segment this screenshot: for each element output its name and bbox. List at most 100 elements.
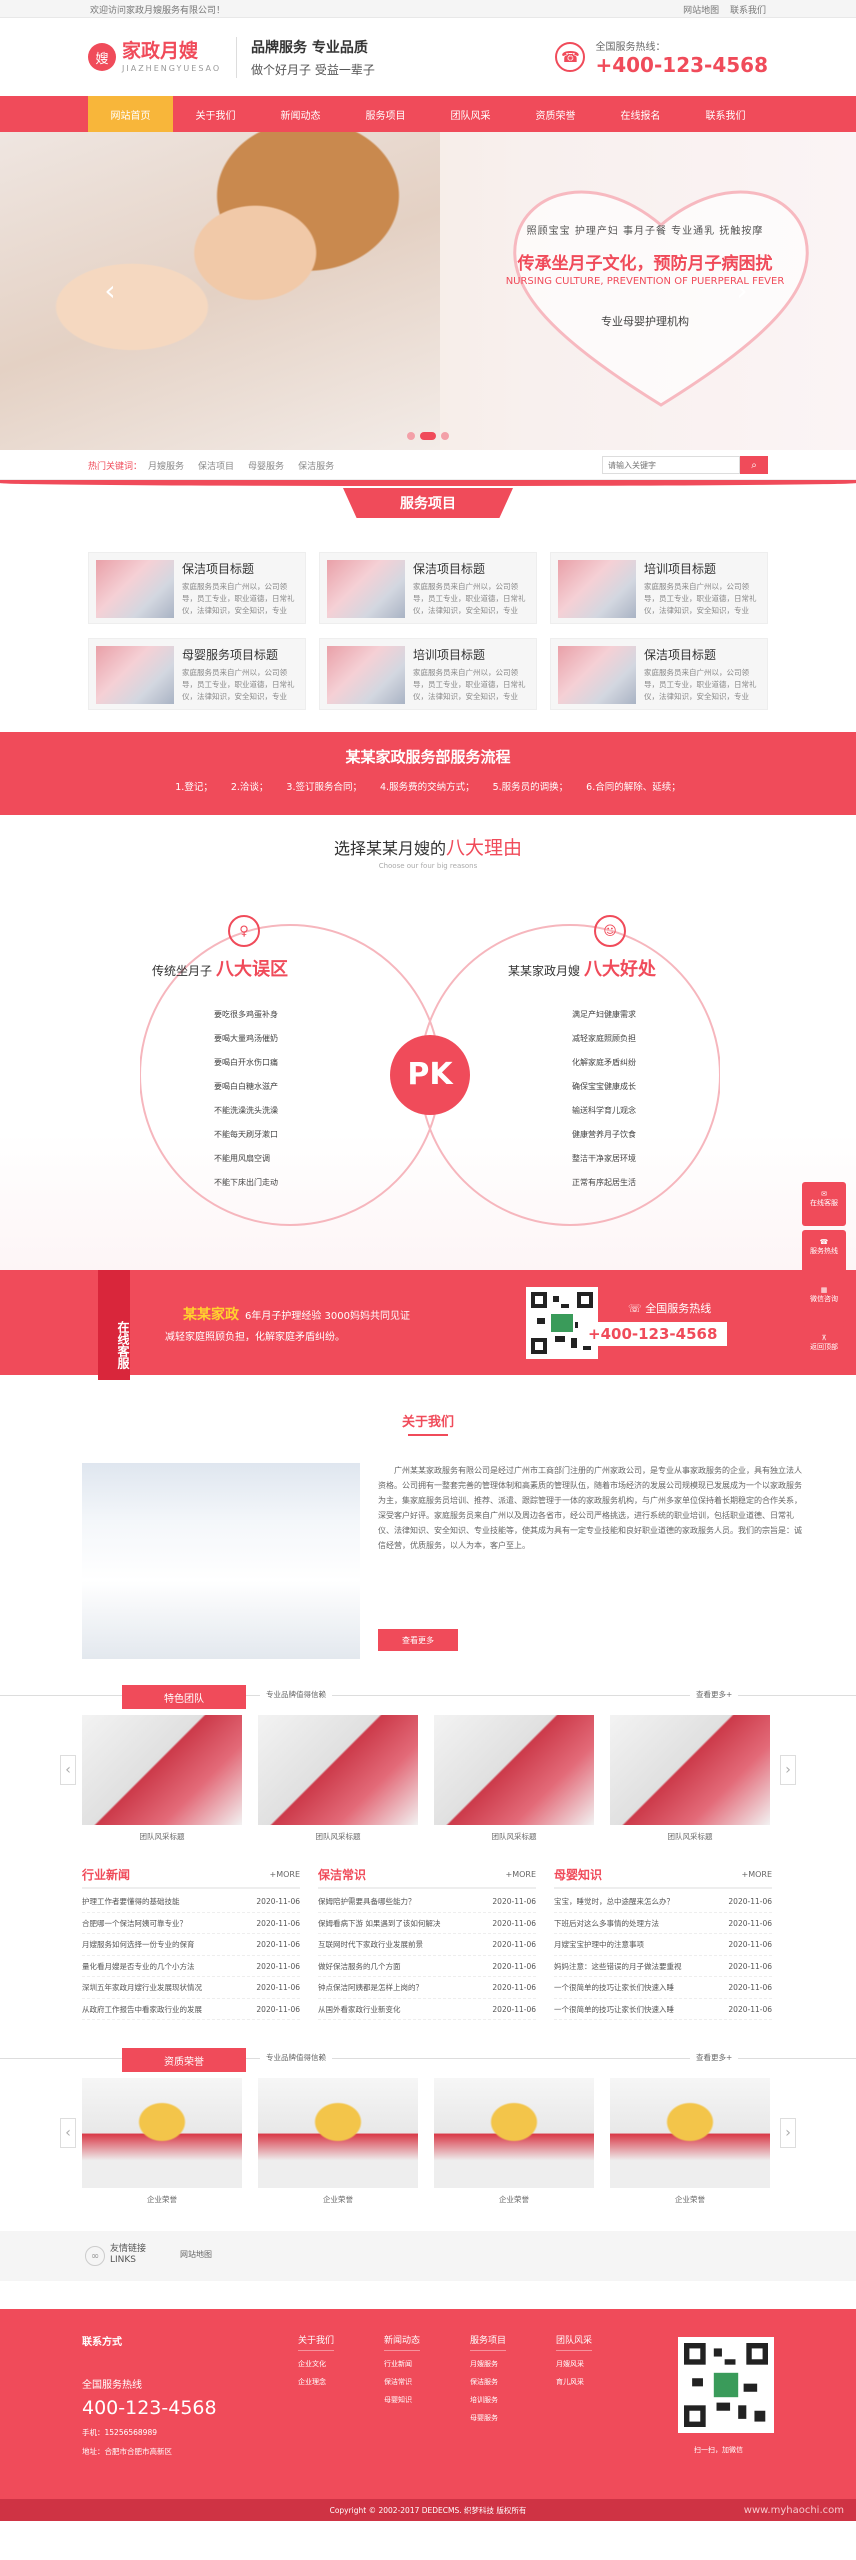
footer-link[interactable]: 月嫂服务 bbox=[470, 2359, 506, 2369]
banner-next-icon[interactable]: › bbox=[730, 272, 754, 308]
team-card[interactable]: 团队风采标题 bbox=[258, 1715, 418, 1845]
keyword-bar: 热门关键词： 月嫂服务 保洁项目 母婴服务 保洁服务 ⌕ bbox=[0, 450, 856, 480]
team-card[interactable]: 团队风采标题 bbox=[82, 1715, 242, 1845]
online-service-tag[interactable]: 在线客服 bbox=[98, 1270, 130, 1380]
news-row[interactable]: 宝宝，睡觉时，总中途醒来怎么办？ 2020-11-06 bbox=[554, 1891, 772, 1913]
service-card[interactable]: 培训项目标题 家庭服务员来自广州以，公司领导，员工专业，职业道德，日常礼仪，法律知… bbox=[550, 552, 768, 624]
nav-signup[interactable]: 在线报名 bbox=[598, 96, 683, 132]
service-title: 培训项目标题 bbox=[413, 648, 486, 662]
team-caption: 团队风采标题 bbox=[139, 1832, 185, 1841]
footer-link[interactable]: 保洁服务 bbox=[470, 2377, 506, 2387]
honor-card[interactable]: 企业荣誉 bbox=[258, 2078, 418, 2208]
service-desc: 家庭服务员来自广州以，公司领导，员工专业，职业道德，日常礼仪，法律知识，安全知识… bbox=[644, 668, 757, 701]
honor-card[interactable]: 企业荣誉 bbox=[434, 2078, 594, 2208]
keyword-link[interactable]: 母婴服务 bbox=[248, 459, 284, 472]
footer-link[interactable]: 月嫂风采 bbox=[556, 2359, 592, 2369]
footer-link[interactable]: 培训服务 bbox=[470, 2395, 506, 2405]
news-row[interactable]: 保姆陪护需要具备哪些能力？ 2020-11-06 bbox=[318, 1891, 536, 1913]
news-row[interactable]: 月嫂服务如何选择一份专业的保育 2020-11-06 bbox=[82, 1934, 300, 1956]
news-more-link[interactable]: +MORE bbox=[269, 1870, 300, 1883]
news-row[interactable]: 量化看月嫂是否专业的几个小方法 2020-11-06 bbox=[82, 1956, 300, 1977]
banner-dot[interactable] bbox=[407, 432, 415, 440]
keywords-label: 热门关键词： bbox=[88, 461, 143, 472]
hero-banner[interactable]: 照顾宝宝 护理产妇 事月子餐 专业通乳 抚触按摩 传承坐月子文化，预防月子病困扰… bbox=[0, 132, 856, 450]
news-row[interactable]: 一个很简单的技巧让家长们快速入睡 2020-11-06 bbox=[554, 1977, 772, 1999]
keyword-link[interactable]: 月嫂服务 bbox=[148, 459, 184, 472]
sitemap-link[interactable]: 网站地图 bbox=[683, 6, 719, 16]
footer-qr-label: 扫一扫，加微信 bbox=[694, 2446, 743, 2454]
news-more-link[interactable]: +MORE bbox=[741, 1870, 772, 1883]
news-row[interactable]: 深圳五年家政月嫂行业发展现状情况 2020-11-06 bbox=[82, 1977, 300, 1999]
banner-dot-active[interactable] bbox=[420, 432, 436, 440]
footer-link[interactable]: 企业文化 bbox=[298, 2359, 334, 2369]
news-row[interactable]: 互联网时代下家政行业发展前景 2020-11-06 bbox=[318, 1934, 536, 1956]
honor-more-link[interactable]: 查看更多+ bbox=[690, 2052, 739, 2063]
footer-col-title[interactable]: 关于我们 bbox=[298, 2333, 335, 2351]
nav-honor[interactable]: 资质荣誉 bbox=[513, 96, 598, 132]
friends-title: 友情链接 bbox=[110, 2244, 147, 2254]
team-card[interactable]: 团队风采标题 bbox=[610, 1715, 770, 1845]
about-more-button[interactable]: 查看更多 bbox=[378, 1629, 458, 1651]
gallery-next-icon[interactable]: › bbox=[780, 2118, 796, 2148]
chat-icon: ✉ bbox=[821, 1190, 827, 1198]
team-card[interactable]: 团队风采标题 bbox=[434, 1715, 594, 1845]
honor-card[interactable]: 企业荣誉 bbox=[610, 2078, 770, 2208]
honor-card[interactable]: 企业荣誉 bbox=[82, 2078, 242, 2208]
service-card[interactable]: 培训项目标题 家庭服务员来自广州以，公司领导，员工专业，职业道德，日常礼仪，法律知… bbox=[319, 638, 537, 710]
float-back-to-top[interactable]: ⊼ 返回顶部 bbox=[802, 1326, 846, 1370]
news-row[interactable]: 做好保洁服务的几个方面 2020-11-06 bbox=[318, 1956, 536, 1977]
news-row[interactable]: 从政府工作报告中看家政行业的发展 2020-11-06 bbox=[82, 1999, 300, 2020]
footer-link[interactable]: 企业理念 bbox=[298, 2377, 334, 2387]
news-row[interactable]: 钟点保洁阿姨都是怎样上岗的？ 2020-11-06 bbox=[318, 1977, 536, 1999]
footer-link[interactable]: 育儿风采 bbox=[556, 2377, 592, 2387]
news-row[interactable]: 保姆看病下游 如果遇到了该如何解决 2020-11-06 bbox=[318, 1913, 536, 1934]
news-row[interactable]: 从国外看家政行业新变化 2020-11-06 bbox=[318, 1999, 536, 2020]
float-hotline[interactable]: ☎ 服务热线 bbox=[802, 1230, 846, 1274]
news-row[interactable]: 下班后对这么多事情的处理方法 2020-11-06 bbox=[554, 1913, 772, 1934]
copyright-bar: Copyright © 2002-2017 DEDECMS. 织梦科技 版权所有… bbox=[0, 2499, 856, 2521]
gallery-next-icon[interactable]: › bbox=[780, 1755, 796, 1785]
footer-link[interactable]: 保洁常识 bbox=[384, 2377, 420, 2387]
contact-link[interactable]: 联系我们 bbox=[730, 6, 766, 16]
keyword-link[interactable]: 保洁项目 bbox=[198, 459, 234, 472]
banner-prev-icon[interactable]: ‹ bbox=[98, 272, 122, 308]
keyword-link[interactable]: 保洁服务 bbox=[298, 459, 334, 472]
nav-services[interactable]: 服务项目 bbox=[343, 96, 428, 132]
footer-link[interactable]: 母婴服务 bbox=[470, 2413, 506, 2423]
logo[interactable]: 嫂 家政月嫂 JIAZHENGYUESAO bbox=[88, 41, 228, 73]
cta-hotline-number[interactable]: +400-123-4568 bbox=[578, 1322, 728, 1346]
service-card[interactable]: 母婴服务项目标题 家庭服务员来自广州以，公司领导，员工专业，职业道德，日常礼仪，法… bbox=[88, 638, 306, 710]
service-card[interactable]: 保洁项目标题 家庭服务员来自广州以，公司领导，员工专业，职业道德，日常礼仪，法律知… bbox=[319, 552, 537, 624]
gallery-prev-icon[interactable]: ‹ bbox=[60, 1755, 76, 1785]
friend-link[interactable]: 网站地图 bbox=[180, 2249, 212, 2260]
footer-link[interactable]: 行业新闻 bbox=[384, 2359, 420, 2369]
search-input[interactable] bbox=[602, 456, 740, 474]
service-card[interactable]: 保洁项目标题 家庭服务员来自广州以，公司领导，员工专业，职业道德，日常礼仪，法律知… bbox=[88, 552, 306, 624]
process-title: 某某家政服务部服务流程 bbox=[345, 748, 511, 766]
float-online-service[interactable]: ✉ 在线客服 bbox=[802, 1182, 846, 1226]
news-title: 保姆陪护需要具备哪些能力？ bbox=[318, 1897, 416, 1906]
news-more-link[interactable]: +MORE bbox=[505, 1870, 536, 1883]
team-more-link[interactable]: 查看更多+ bbox=[690, 1689, 739, 1700]
footer-col-title[interactable]: 团队风采 bbox=[556, 2333, 593, 2351]
service-card[interactable]: 保洁项目标题 家庭服务员来自广州以，公司领导，员工专业，职业道德，日常礼仪，法律知… bbox=[550, 638, 768, 710]
nav-about[interactable]: 关于我们 bbox=[173, 96, 258, 132]
gallery-prev-icon[interactable]: ‹ bbox=[60, 2118, 76, 2148]
benefit-item: 满足产妇健康需求 bbox=[572, 1010, 636, 1019]
news-row[interactable]: 一个很简单的技巧让家长们快速入睡 2020-11-06 bbox=[554, 1999, 772, 2020]
footer-col-title[interactable]: 新闻动态 bbox=[384, 2333, 421, 2351]
nav-contact[interactable]: 联系我们 bbox=[683, 96, 768, 132]
news-row[interactable]: 月嫂宝宝护理中的注意事项 2020-11-06 bbox=[554, 1934, 772, 1956]
nav-home[interactable]: 网站首页 bbox=[88, 96, 173, 132]
footer-link[interactable]: 母婴知识 bbox=[384, 2395, 420, 2405]
float-wechat[interactable]: ▦ 微信咨询 bbox=[802, 1278, 846, 1322]
search-icon[interactable]: ⌕ bbox=[740, 456, 768, 474]
footer-col-title[interactable]: 服务项目 bbox=[470, 2333, 507, 2351]
news-row[interactable]: 妈妈注意：这些错误的月子做法要重视 2020-11-06 bbox=[554, 1956, 772, 1977]
nav-news[interactable]: 新闻动态 bbox=[258, 96, 343, 132]
news-row[interactable]: 合肥哪一个保洁阿姨可靠专业？ 2020-11-06 bbox=[82, 1913, 300, 1934]
news-row[interactable]: 护理工作者要懂得的基础技能 2020-11-06 bbox=[82, 1891, 300, 1913]
footer-contact: 联系方式 全国服务热线 400-123-4568 手机：15256568989 … bbox=[82, 2333, 217, 2457]
nav-team[interactable]: 团队风采 bbox=[428, 96, 513, 132]
banner-dot[interactable] bbox=[441, 432, 449, 440]
